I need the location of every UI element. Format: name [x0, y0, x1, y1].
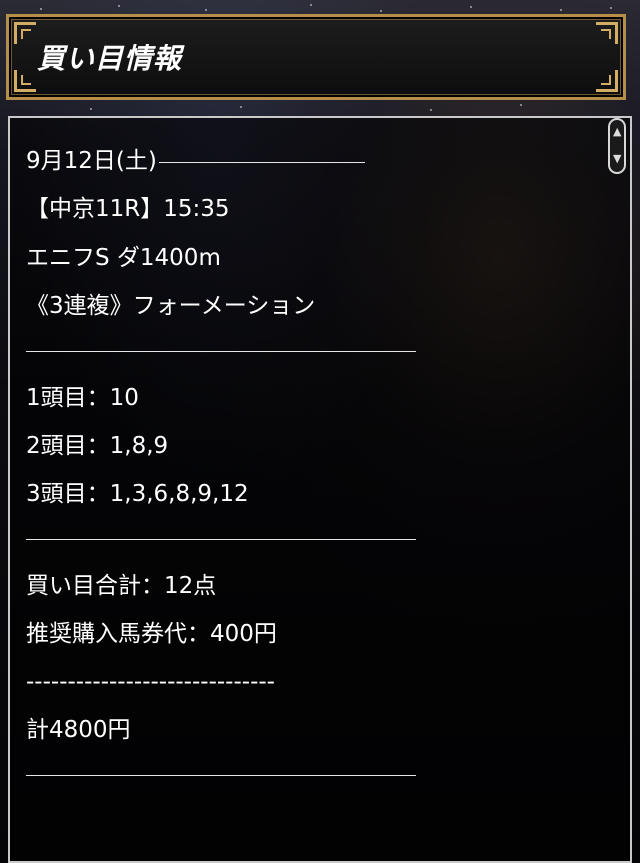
corner-ornament	[601, 29, 611, 39]
betting-info-panel[interactable]: ▲ ▼ 9月12日(土) 【中京11R】15:35 エニフS ダ1400m 《3…	[8, 116, 632, 863]
race-date: 9月12日(土)	[26, 148, 157, 174]
divider	[26, 775, 416, 776]
divider	[158, 162, 365, 163]
corner-ornament	[21, 75, 31, 85]
chevron-up-icon[interactable]: ▲	[613, 126, 621, 137]
page-title: 買い目情報	[37, 42, 183, 75]
corner-ornament	[21, 29, 31, 39]
scrollbar[interactable]: ▲ ▼	[608, 118, 626, 174]
selection-first: 1頭目：10	[26, 385, 139, 411]
race-name: エニフS ダ1400m	[26, 245, 221, 271]
header-banner: 買い目情報	[6, 14, 626, 100]
bet-details: 9月12日(土) 【中京11R】15:35 エニフS ダ1400m 《3連複》フ…	[26, 140, 586, 776]
bet-type: 《3連複》フォーメーション	[26, 293, 316, 319]
race-venue-time: 【中京11R】15:35	[26, 196, 230, 222]
scroll-thumb[interactable]: ▲ ▼	[608, 118, 626, 174]
selection-second: 2頭目：1,8,9	[26, 433, 169, 459]
dashed-separator: ------------------------------	[26, 669, 275, 695]
divider	[26, 539, 416, 540]
race-date-line: 9月12日(土)	[26, 150, 586, 173]
divider	[26, 351, 416, 352]
recommended-stake: 推奨購入馬券代：400円	[26, 621, 277, 647]
selection-third: 3頭目：1,3,6,8,9,12	[26, 481, 249, 507]
chevron-down-icon[interactable]: ▼	[613, 153, 621, 164]
total-points: 買い目合計：12点	[26, 573, 217, 599]
corner-ornament	[601, 75, 611, 85]
grand-total: 計4800円	[26, 717, 131, 743]
